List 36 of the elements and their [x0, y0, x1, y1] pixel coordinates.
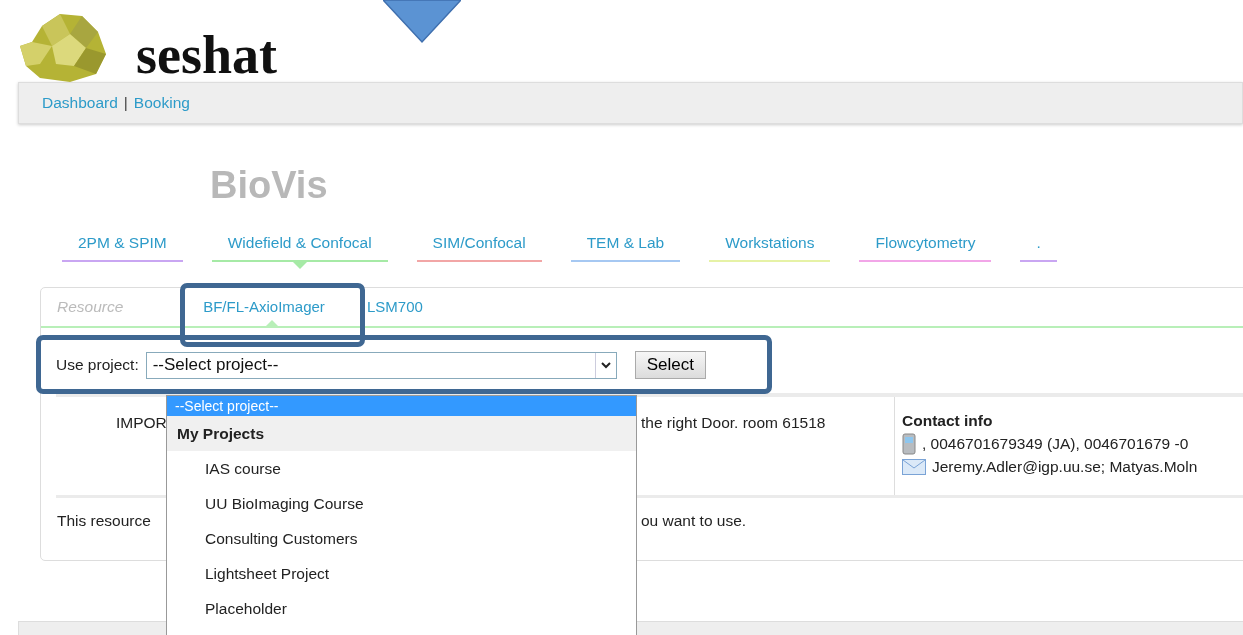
category-tab[interactable]: .	[1020, 234, 1057, 262]
dropdown-option[interactable]: Consulting Customers	[167, 521, 636, 556]
option-group-label: My Projects	[167, 416, 636, 451]
logo-text: seshat	[136, 28, 277, 82]
project-label: Use project:	[56, 356, 139, 374]
select-button[interactable]: Select	[634, 351, 706, 379]
category-tab[interactable]: 2PM & SPIM	[62, 234, 183, 262]
phone-icon	[902, 433, 916, 455]
category-tab[interactable]: Widefield & Confocal	[211, 234, 388, 262]
resource-tab[interactable]: BF/FL-AxioImager	[199, 292, 329, 320]
project-select[interactable]: --Select project--	[145, 351, 617, 379]
notice-text: IMPOR	[116, 414, 167, 432]
email-text: Jeremy.Adler@igp.uu.se; Matyas.Moln	[932, 458, 1198, 476]
nav-separator: |	[123, 94, 128, 112]
dropdown-option[interactable]: --Select project--	[167, 396, 636, 416]
dropdown-option[interactable]: IAS course	[167, 451, 636, 486]
category-tab[interactable]: Workstations	[709, 234, 831, 262]
notice-text: the right Door. room 61518	[641, 414, 826, 432]
nav-link[interactable]: Dashboard	[42, 94, 118, 112]
facility-title: BioVis	[210, 164, 328, 207]
dropdown-option[interactable]: UU BioImaging Course	[167, 486, 636, 521]
resource-tab[interactable]: LSM700	[363, 292, 427, 320]
resource-heading: Resource	[57, 298, 125, 316]
category-tab[interactable]: SIM/Confocal	[416, 234, 542, 262]
chevron-down-icon	[600, 361, 611, 369]
category-tab[interactable]: Flowcytometry	[859, 234, 992, 262]
phone-text: , 0046701679349 (JA), 0046701679 -0	[922, 435, 1189, 453]
note-text: ou want to use.	[641, 512, 747, 530]
caret-icon	[292, 262, 307, 269]
dropdown-option[interactable]: Placeholder	[167, 591, 636, 626]
envelope-icon	[902, 459, 926, 475]
note-text: This resource	[57, 512, 151, 530]
contact-heading: Contact info	[902, 412, 994, 430]
category-tab[interactable]: TEM & Lab	[570, 234, 681, 262]
dropdown-option[interactable]: Lightsheet Project	[167, 556, 636, 591]
nav-link[interactable]: Booking	[133, 94, 190, 112]
